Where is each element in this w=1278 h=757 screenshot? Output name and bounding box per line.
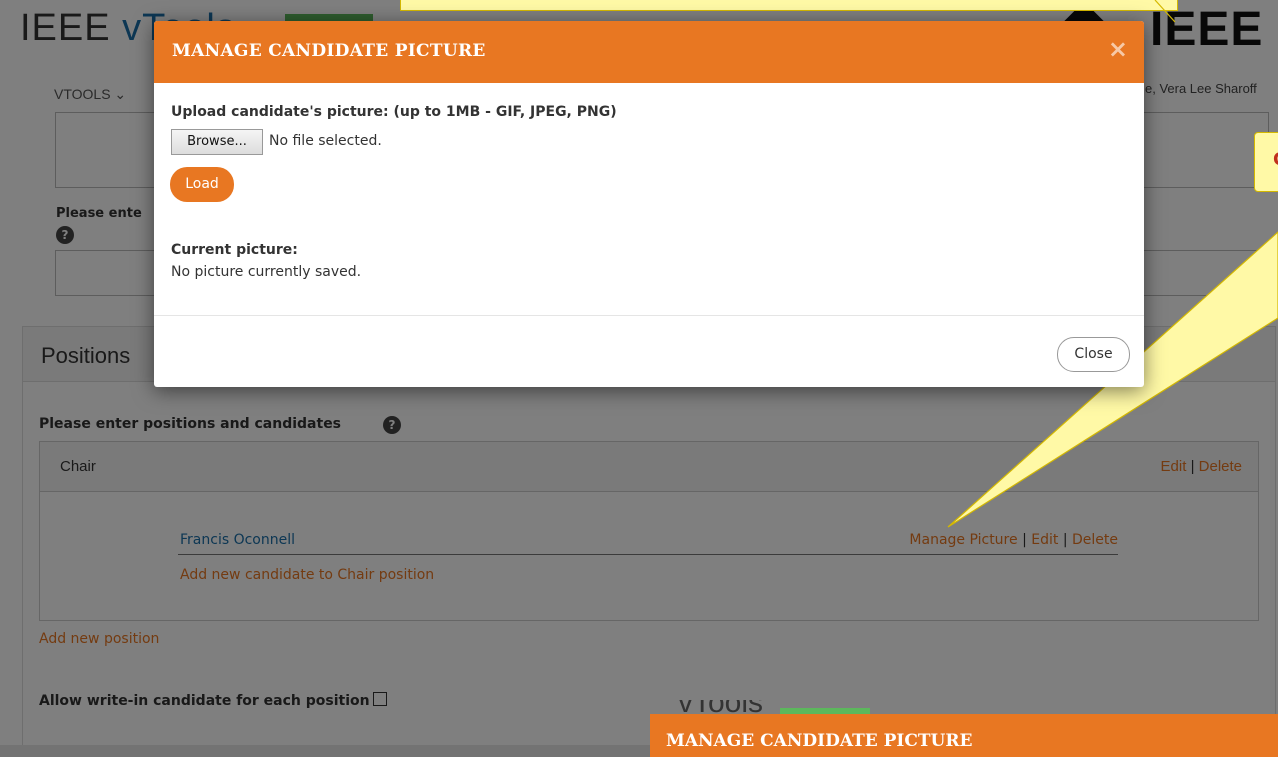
- current-picture-status: No picture currently saved.: [171, 264, 362, 280]
- inset-modal-header: MANAGE CANDIDATE PICTURE: [650, 714, 1278, 757]
- browse-button[interactable]: Browse...: [171, 129, 263, 155]
- modal-footer-divider: [154, 315, 1144, 316]
- inset-modal-title: MANAGE CANDIDATE PICTURE: [666, 731, 973, 751]
- modal-header: MANAGE CANDIDATE PICTURE ×: [154, 21, 1144, 83]
- current-picture-label: Current picture:: [171, 242, 298, 258]
- modal-title: MANAGE CANDIDATE PICTURE: [172, 41, 486, 61]
- upload-label: Upload candidate's picture: (up to 1MB -…: [171, 104, 617, 120]
- close-button[interactable]: Close: [1057, 337, 1130, 372]
- manage-picture-modal: MANAGE CANDIDATE PICTURE × Upload candid…: [154, 21, 1144, 387]
- close-icon[interactable]: ×: [1108, 35, 1128, 63]
- file-status-text: No file selected.: [269, 133, 382, 149]
- load-button[interactable]: Load: [170, 167, 234, 202]
- inset-screenshot: vTools MANAGE CANDIDATE PICTURE: [650, 700, 1278, 757]
